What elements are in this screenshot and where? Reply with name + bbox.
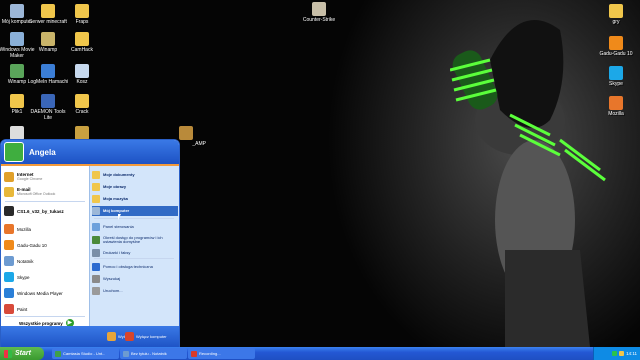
notepad-icon <box>4 256 14 266</box>
start-menu-recent-item[interactable]: Skype <box>4 270 88 284</box>
start-menu-recent-item[interactable]: CS1.6_v32_by_tukasz <box>4 204 88 218</box>
default-programs-icon <box>92 236 100 244</box>
network-icon[interactable] <box>612 351 618 356</box>
start-menu-recent-item[interactable]: Notatnik <box>4 254 88 268</box>
start-menu-footer: Wyloguj Wyłącz komputer <box>1 326 179 348</box>
folder-icon <box>41 4 55 18</box>
start-menu-header: Angela <box>1 140 179 164</box>
start-menu-right-column: Moje dokumenty Moje obrazy Moja muzyka Mój … <box>89 166 179 326</box>
folder-icon <box>75 4 89 18</box>
mouse-cursor <box>118 214 121 220</box>
outlook-icon <box>4 187 14 197</box>
start-menu-place-item[interactable]: Określ dostęp do programów i ich ustawie… <box>92 234 178 246</box>
hamachi-icon <box>41 64 55 78</box>
skype-icon <box>4 272 14 282</box>
start-menu-place-item[interactable]: Pomoc i obsługa techniczna <box>92 262 178 272</box>
run-icon <box>92 287 100 295</box>
winamp-icon <box>41 32 55 46</box>
windows-logo-icon <box>4 349 12 358</box>
folder-icon <box>609 4 623 18</box>
taskbar-button[interactable]: Bez tytułu - Notatnik <box>120 348 187 359</box>
avatar[interactable] <box>4 142 24 162</box>
desktop-icon[interactable]: gry <box>594 4 638 25</box>
recycle-bin-icon <box>75 64 89 78</box>
music-icon <box>92 195 100 203</box>
folder-icon <box>75 94 89 108</box>
taskbar-button[interactable]: Recording... <box>188 348 255 359</box>
start-menu-recent-item[interactable]: Gadu-Gadu 10 <box>4 238 88 252</box>
control-panel-icon <box>92 223 100 231</box>
start-menu-recent-item[interactable]: Paint <box>4 302 88 316</box>
counter-strike-icon <box>312 2 326 16</box>
daemon-tools-icon <box>41 94 55 108</box>
start-menu-recent-item[interactable]: Windows Media Player <box>4 286 88 300</box>
printer-icon <box>92 249 100 257</box>
start-menu-place-item[interactable]: Wyszukaj <box>92 274 178 284</box>
folder-icon <box>75 32 89 46</box>
divider <box>94 218 174 219</box>
divider <box>94 258 174 259</box>
desktop-icon[interactable]: Crack <box>60 94 104 115</box>
paint-icon <box>4 304 14 314</box>
start-menu-recent-item[interactable]: Mozilla <box>4 222 88 236</box>
start-menu-pinned-item[interactable]: E-mail Microsoft Office Outlook <box>4 185 88 199</box>
desktop-icon[interactable]: Fraps <box>60 4 104 25</box>
notepad-icon <box>123 350 129 357</box>
shutdown-button[interactable]: Wyłącz komputer <box>125 332 167 341</box>
start-menu-place-item[interactable]: Moje dokumenty <box>92 170 178 180</box>
firefox-icon <box>609 96 623 110</box>
taskbar: Start Camtasia Studio - Unt... Bez tytułu… <box>0 347 640 360</box>
winamp-icon <box>10 64 24 78</box>
start-menu-place-item[interactable]: Mój komputer <box>92 206 178 216</box>
desktop-icon[interactable]: Kosz <box>60 64 104 85</box>
skype-icon <box>609 66 623 80</box>
desktop-icon[interactable]: CamHack <box>60 32 104 53</box>
camtasia-icon <box>55 350 61 357</box>
taskbar-button[interactable]: Camtasia Studio - Unt... <box>52 348 119 359</box>
archive-icon <box>179 126 193 140</box>
cs-icon <box>4 206 14 216</box>
firefox-icon <box>4 224 14 234</box>
start-button[interactable]: Start <box>0 347 44 360</box>
media-player-icon <box>4 288 14 298</box>
divider <box>5 201 85 202</box>
start-menu-place-item[interactable]: Uruchom... <box>92 286 178 296</box>
start-menu-left-column: Internet Google Chrome E-mail Microsoft Off… <box>1 166 89 326</box>
computer-icon <box>10 4 24 18</box>
pictures-icon <box>92 183 100 191</box>
gadu-gadu-icon <box>609 36 623 50</box>
movie-maker-icon <box>10 32 24 46</box>
chrome-icon <box>4 172 14 182</box>
username: Angela <box>29 147 56 157</box>
gadu-gadu-icon <box>4 240 14 250</box>
key-icon <box>107 332 116 341</box>
power-icon <box>125 332 134 341</box>
help-icon <box>92 263 100 271</box>
computer-icon <box>92 207 100 215</box>
desktop-icon[interactable]: Skype <box>594 66 638 87</box>
start-menu-place-item[interactable]: Moja muzyka <box>92 194 178 204</box>
start-menu-place-item[interactable]: Moje obrazy <box>92 182 178 192</box>
start-menu-place-item[interactable]: Panel sterowania <box>92 222 178 232</box>
record-icon <box>191 350 197 357</box>
start-menu-place-item[interactable]: Drukarki i faksy <box>92 248 178 258</box>
system-tray: 14:11 <box>593 347 640 360</box>
tool-icon <box>10 126 24 140</box>
app-icon <box>75 126 89 140</box>
divider <box>5 316 85 317</box>
clock: 14:11 <box>626 351 637 356</box>
folder-icon <box>10 94 24 108</box>
desktop-icon[interactable]: Counter-Strike <box>297 2 341 23</box>
start-menu: Angela Internet Google Chrome E-mail Micros… <box>0 139 180 349</box>
desktop-icon[interactable]: Gadu-Gadu 10 <box>594 36 638 57</box>
speaker-icon[interactable] <box>619 351 625 356</box>
documents-icon <box>92 171 100 179</box>
search-icon <box>92 275 100 283</box>
start-menu-pinned-item[interactable]: Internet Google Chrome <box>4 170 88 184</box>
desktop-icon[interactable]: Mozilla <box>594 96 638 117</box>
